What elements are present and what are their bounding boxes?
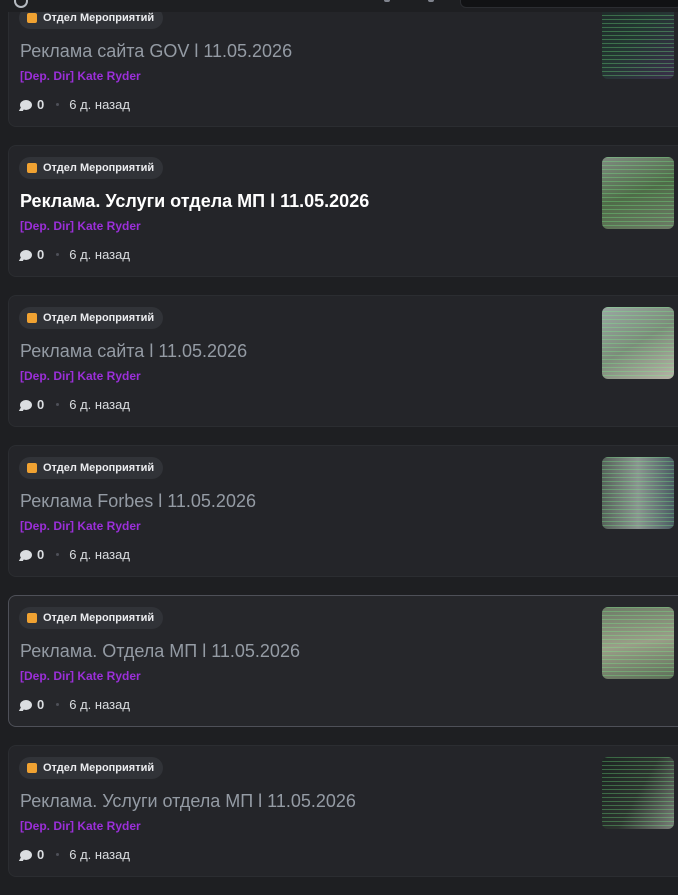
post-meta: 0 6 д. назад: [20, 547, 130, 562]
post-title[interactable]: Реклама. Услуги отдела МП l 11.05.2026: [20, 190, 369, 212]
reply-count: 0: [37, 97, 45, 112]
meta-separator: [56, 703, 60, 706]
post-tag[interactable]: Отдел Мероприятий: [19, 157, 164, 179]
speech-bubble-icon: [20, 249, 32, 260]
post-title[interactable]: Реклама сайта GOV l 11.05.2026: [20, 40, 292, 62]
post-meta: 0 6 д. назад: [20, 97, 130, 112]
speech-bubble-icon: [20, 699, 32, 710]
post-time: 6 д. назад: [69, 547, 130, 562]
post-meta: 0 6 д. назад: [20, 397, 130, 412]
post-tag-label: Отдел Мероприятий: [43, 312, 155, 324]
top-toolbar: [0, 0, 678, 12]
post-tag[interactable]: Отдел Мероприятий: [19, 307, 164, 329]
post-thumbnail[interactable]: [602, 757, 674, 829]
meta-separator: [56, 853, 60, 856]
post-time: 6 д. назад: [69, 847, 130, 862]
tag-icon: [27, 613, 37, 623]
post-tag[interactable]: Отдел Мероприятий: [19, 757, 164, 779]
reply-count: 0: [37, 697, 45, 712]
reply-count: 0: [37, 547, 45, 562]
post-tag-label: Отдел Мероприятий: [43, 462, 155, 474]
post-time: 6 д. назад: [69, 247, 130, 262]
meta-separator: [56, 403, 60, 406]
meta-separator: [56, 553, 60, 556]
inbox-icon[interactable]: [428, 0, 434, 2]
post-title[interactable]: Реклама Forbes l 11.05.2026: [20, 490, 256, 512]
forum-post-card[interactable]: Отдел Мероприятий Реклама. Услуги отдела…: [8, 145, 678, 277]
post-title[interactable]: Реклама. Услуги отдела МП l 11.05.2026: [20, 790, 356, 812]
post-time: 6 д. назад: [69, 397, 130, 412]
post-title[interactable]: Реклама сайта l 11.05.2026: [20, 340, 247, 362]
tag-icon: [27, 763, 37, 773]
meta-separator: [56, 253, 60, 256]
speech-bubble-icon: [20, 549, 32, 560]
tag-icon: [27, 163, 37, 173]
post-author[interactable]: [Dep. Dir] Kate Ryder: [20, 69, 141, 83]
post-tag-label: Отдел Мероприятий: [43, 12, 155, 24]
post-thumbnail[interactable]: [602, 7, 674, 79]
post-time: 6 д. назад: [69, 697, 130, 712]
post-time: 6 д. назад: [69, 97, 130, 112]
post-author[interactable]: [Dep. Dir] Kate Ryder: [20, 519, 141, 533]
reply-count: 0: [37, 247, 45, 262]
post-tag-label: Отдел Мероприятий: [43, 762, 155, 774]
post-thumbnail[interactable]: [602, 457, 674, 529]
forum-post-card[interactable]: Отдел Мероприятий Реклама сайта GOV l 11…: [8, 0, 678, 127]
reply-count: 0: [37, 847, 45, 862]
post-author[interactable]: [Dep. Dir] Kate Ryder: [20, 219, 141, 233]
post-thumbnail[interactable]: [602, 307, 674, 379]
post-meta: 0 6 д. назад: [20, 247, 130, 262]
post-tag[interactable]: Отдел Мероприятий: [19, 607, 164, 629]
tag-icon: [27, 13, 37, 23]
reply-count: 0: [37, 397, 45, 412]
post-tag-label: Отдел Мероприятий: [43, 612, 155, 624]
forum-post-list: Отдел Мероприятий Реклама сайта GOV l 11…: [8, 0, 678, 895]
post-tag[interactable]: Отдел Мероприятий: [19, 457, 164, 479]
forum-post-card[interactable]: Отдел Мероприятий Реклама Forbes l 11.05…: [8, 445, 678, 577]
post-tag-label: Отдел Мероприятий: [43, 162, 155, 174]
post-thumbnail[interactable]: [602, 607, 674, 679]
post-meta: 0 6 д. назад: [20, 847, 130, 862]
post-author[interactable]: [Dep. Dir] Kate Ryder: [20, 819, 141, 833]
threads-icon[interactable]: [384, 0, 390, 2]
speech-bubble-icon: [20, 399, 32, 410]
post-author[interactable]: [Dep. Dir] Kate Ryder: [20, 369, 141, 383]
post-thumbnail[interactable]: [602, 157, 674, 229]
forum-post-card[interactable]: Отдел Мероприятий Реклама сайта l 11.05.…: [8, 295, 678, 427]
tag-icon: [27, 463, 37, 473]
meta-separator: [56, 103, 60, 106]
tag-icon: [27, 313, 37, 323]
speech-bubble-icon: [20, 99, 32, 110]
post-author[interactable]: [Dep. Dir] Kate Ryder: [20, 669, 141, 683]
search-icon[interactable]: [14, 0, 28, 8]
post-title[interactable]: Реклама. Отдела МП l 11.05.2026: [20, 640, 300, 662]
forum-post-card[interactable]: Отдел Мероприятий Реклама. Услуги отдела…: [8, 745, 678, 877]
search-input[interactable]: [460, 0, 678, 8]
speech-bubble-icon: [20, 849, 32, 860]
forum-post-card[interactable]: Отдел Мероприятий Реклама. Отдела МП l 1…: [8, 595, 678, 727]
post-meta: 0 6 д. назад: [20, 697, 130, 712]
